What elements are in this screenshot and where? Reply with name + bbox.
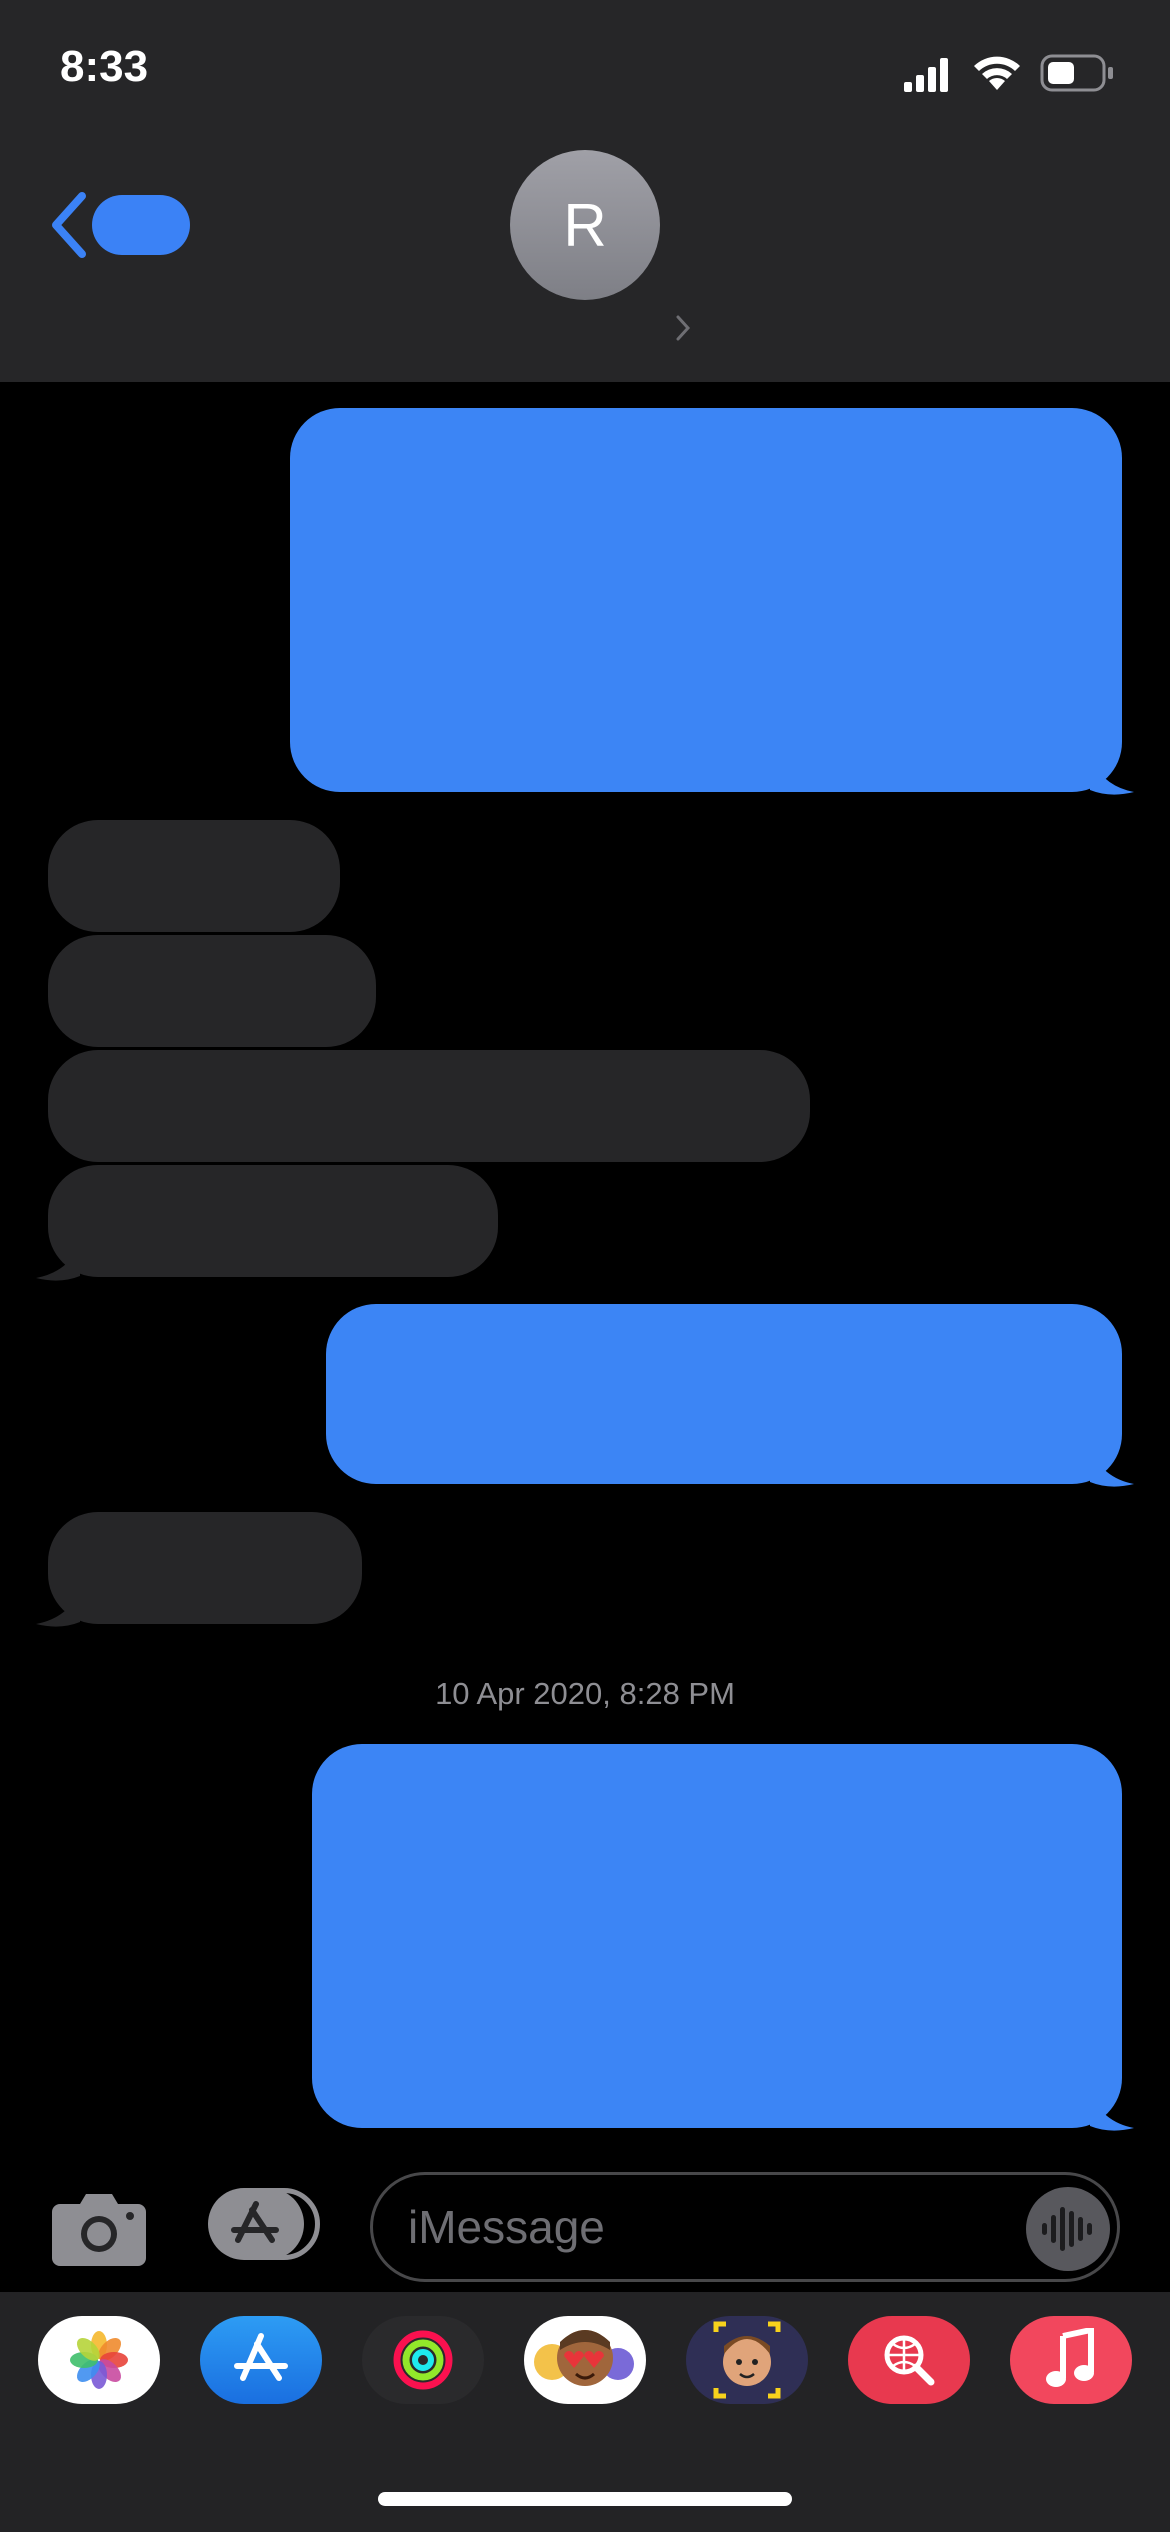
app-store-a-icon — [231, 2201, 279, 2243]
cellular-signal-icon — [904, 58, 948, 92]
music-note-icon — [1046, 2328, 1094, 2387]
activity-app-icon — [393, 2330, 453, 2390]
sent-bubble-tail — [1090, 2092, 1134, 2131]
received-message-bubble[interactable] — [48, 935, 376, 1047]
sent-message-bubble[interactable] — [290, 408, 1122, 792]
received-message-bubble[interactable] — [48, 820, 340, 932]
chevron-left-icon — [52, 192, 86, 258]
home-indicator[interactable] — [378, 2492, 792, 2506]
web-images-search-app-button[interactable] — [848, 2316, 970, 2404]
app-store-app-icon — [234, 2333, 288, 2381]
message-timestamp: 10 Apr 2020, 8:28 PM — [435, 1676, 735, 1711]
animoji-app-button[interactable] — [686, 2316, 808, 2404]
activity-app-button[interactable] — [362, 2316, 484, 2404]
received-message-bubble[interactable] — [48, 1512, 362, 1624]
app-store-drawer-button[interactable] — [208, 2188, 320, 2260]
contact-details-chevron-icon[interactable] — [674, 313, 694, 343]
unread-count-badge[interactable] — [92, 195, 190, 255]
received-bubble-tail — [36, 1590, 80, 1627]
received-message-bubble[interactable] — [48, 1050, 810, 1162]
message-input-placeholder: iMessage — [408, 2201, 605, 2253]
app-store-app-button[interactable] — [200, 2316, 322, 2404]
memoji-stickers-app-icon — [534, 2330, 634, 2386]
received-bubble-tail — [36, 1244, 80, 1281]
sent-message-bubble[interactable] — [326, 1304, 1122, 1484]
sent-bubble-tail — [1090, 1448, 1134, 1487]
status-time: 8:33 — [60, 42, 149, 91]
sent-message-bubble[interactable] — [312, 1744, 1122, 2128]
animoji-app-icon — [713, 2321, 781, 2399]
sent-bubble-tail — [1090, 756, 1134, 795]
waveform-icon — [1042, 2207, 1092, 2251]
audio-message-button[interactable] — [1026, 2187, 1110, 2271]
received-message-bubble[interactable] — [48, 1165, 498, 1277]
web-images-search-app-icon — [884, 2335, 935, 2386]
battery-icon — [1040, 54, 1113, 92]
photos-app-icon — [70, 2331, 128, 2389]
photos-app-button[interactable] — [38, 2316, 160, 2404]
camera-icon[interactable] — [52, 2190, 146, 2266]
avatar-initial: R — [563, 191, 607, 259]
contact-avatar[interactable]: R — [510, 150, 660, 300]
wifi-icon — [974, 56, 1020, 90]
music-app-button[interactable] — [1010, 2316, 1132, 2404]
memoji-stickers-app-button[interactable] — [524, 2316, 646, 2404]
